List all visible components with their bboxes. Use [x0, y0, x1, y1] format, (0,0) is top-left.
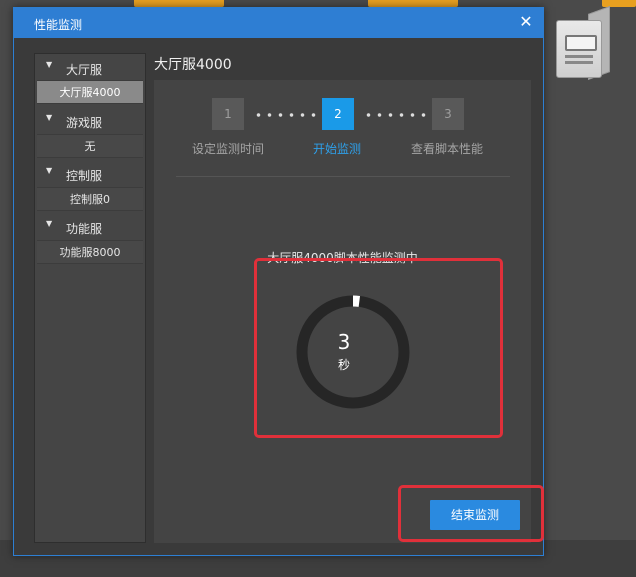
sidebar-item-lobby-4000[interactable]: 大厅服4000 — [37, 80, 143, 104]
server-sidebar: ▼ 大厅服 大厅服4000 ▼ 游戏服 无 ▼ 控制服 控制服0 ▼ 功能服 功… — [34, 53, 146, 543]
dialog-title: 性能监测 — [34, 18, 83, 32]
server-icon — [548, 5, 610, 81]
sidebar-item-function-8000[interactable]: 功能服8000 — [37, 240, 143, 264]
step-2-label: 开始监测 — [313, 142, 362, 156]
expand-arrow-icon: ▼ — [46, 60, 53, 69]
group-label: 功能服 — [66, 222, 103, 236]
dialog-titlebar: 性能监测 ✕ — [14, 8, 543, 38]
expand-arrow-icon: ▼ — [46, 113, 53, 122]
panel-title: 大厅服4000 — [154, 57, 232, 73]
group-label: 游戏服 — [66, 116, 103, 130]
sidebar-group-lobby[interactable]: ▼ 大厅服 — [35, 56, 145, 80]
step-connector — [363, 113, 427, 117]
sidebar-item-game-none[interactable]: 无 — [37, 134, 143, 158]
sidebar-group-game[interactable]: ▼ 游戏服 — [35, 109, 145, 133]
step-3-box: 3 — [432, 98, 464, 130]
step-connector — [253, 113, 317, 117]
group-label: 控制服 — [66, 169, 103, 183]
annotation-highlight-countdown — [254, 258, 503, 438]
bg-button — [134, 0, 224, 7]
divider — [176, 176, 510, 177]
step-1-label: 设定监测时间 — [192, 142, 265, 156]
annotation-highlight-end-button — [398, 485, 544, 542]
step-2-box: 2 — [322, 98, 354, 130]
group-label: 大厅服 — [66, 63, 103, 77]
close-icon[interactable]: ✕ — [517, 13, 535, 31]
step-1-box: 1 — [212, 98, 244, 130]
sidebar-group-function[interactable]: ▼ 功能服 — [35, 215, 145, 239]
bg-button — [368, 0, 458, 7]
step-3-label: 查看脚本性能 — [411, 142, 484, 156]
sidebar-group-control[interactable]: ▼ 控制服 — [35, 162, 145, 186]
expand-arrow-icon: ▼ — [46, 166, 53, 175]
sidebar-item-control-0[interactable]: 控制服0 — [37, 187, 143, 211]
expand-arrow-icon: ▼ — [46, 219, 53, 228]
